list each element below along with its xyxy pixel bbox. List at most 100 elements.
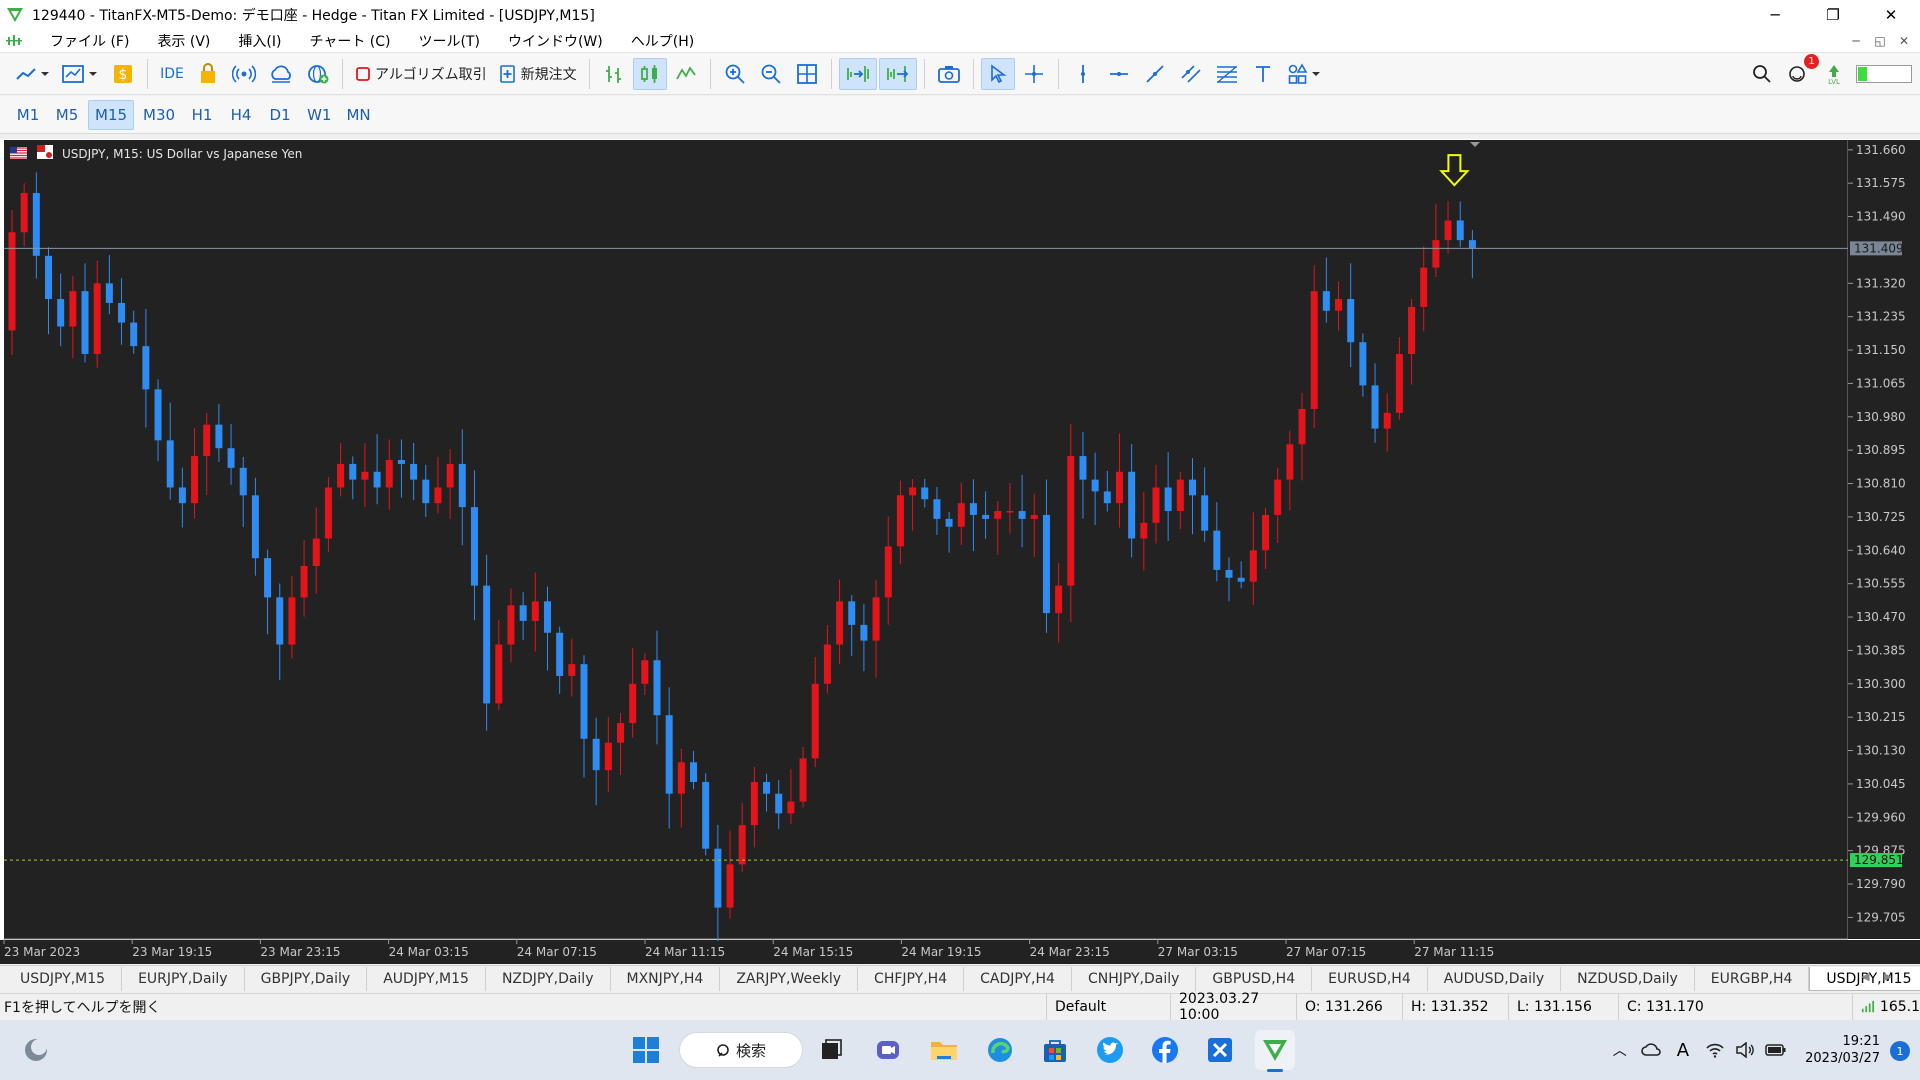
file-explorer-button[interactable] [924,1030,964,1070]
price-chart[interactable]: 131.660 131.575 131.490 131.320 131.235 131.1… [0,139,1920,964]
titan-fx-taskbar-button[interactable] [1255,1030,1295,1072]
timeframe-w1-button[interactable]: W1 [301,100,337,130]
mdi-minimize-button[interactable]: ─ [1844,34,1868,48]
text-tool-button[interactable] [1246,58,1280,90]
x-app-button[interactable] [1200,1030,1240,1070]
battery-icon[interactable] [1765,1042,1787,1058]
menu-window[interactable]: ウインドウ(W) [494,31,617,51]
tab-gbpusd-h4[interactable]: GBPUSD,H4 [1196,967,1313,991]
candle-body [1408,306,1416,354]
community-button[interactable] [301,58,335,90]
tab-eurjpy-daily[interactable]: EURJPY,Daily [122,967,245,991]
candlestick-chart-button[interactable] [632,57,667,90]
widgets-button[interactable] [16,1030,56,1070]
chart-shift-button[interactable] [878,57,917,90]
timeframe-m5-button[interactable]: M5 [49,100,85,130]
tab-cnhjpy-daily[interactable]: CNHJPY,Daily [1072,967,1197,991]
status-connection[interactable]: 165.1 [1852,994,1920,1020]
horizontal-line-button[interactable] [1102,58,1136,90]
new-chart-dropdown-button[interactable] [56,58,104,90]
mdi-close-button[interactable]: ✕ [1892,34,1916,48]
tab-audusd-daily[interactable]: AUDUSD,Daily [1428,967,1562,991]
tab-nzdusd-daily[interactable]: NZDUSD,Daily [1561,967,1695,991]
store-button[interactable] [1035,1030,1075,1070]
close-button[interactable]: ✕ [1862,0,1920,29]
minimize-button[interactable]: ─ [1746,0,1804,29]
timeframe-d1-button[interactable]: D1 [262,100,298,130]
market-button[interactable]: $ [106,58,140,90]
menu-help[interactable]: ヘルプ(H) [617,31,708,51]
taskbar-clock[interactable]: 19:21 2023/03/27 [1805,1033,1880,1067]
tab-chfjpy-h4[interactable]: CHFJPY,H4 [858,967,965,991]
ide-button[interactable]: IDE [155,58,189,90]
twitter-button[interactable] [1090,1030,1130,1070]
speaker-icon[interactable] [1735,1042,1755,1058]
signal-level-button[interactable]: LVL [1817,58,1851,90]
chart-window[interactable]: 131.660 131.575 131.490 131.320 131.235 131.1… [0,139,1920,964]
indicators-dropdown-button[interactable] [10,58,54,90]
onedrive-cloud-icon[interactable] [1640,1042,1663,1058]
taskbar-search[interactable]: 検索 [679,1032,803,1068]
tray-overflow-chevron-icon[interactable]: ︿ [1613,1040,1627,1060]
zoom-out-button[interactable] [754,58,788,90]
timeframe-m15-button[interactable]: M15 [88,99,135,130]
menu-chart[interactable]: チャート (C) [295,31,404,51]
tab-mxnjpy-h4[interactable]: MXNJPY,H4 [611,967,721,991]
tab-scroll-arrows[interactable]: ◀▶ [1861,970,1906,983]
signals-broadcast-button[interactable] [227,58,261,90]
new-order-button[interactable]: 新規注文 [494,58,582,90]
screenshot-button[interactable] [932,58,966,90]
menu-view[interactable]: 表示 (V) [143,31,224,51]
timeframe-m1-button[interactable]: M1 [10,100,46,130]
tab-nzdjpy-daily[interactable]: NZDJPY,Daily [486,967,611,991]
tab-eurusd-h4[interactable]: EURUSD,H4 [1312,967,1428,991]
bid-price-label: 131.409 [1854,241,1904,255]
auto-scroll-button[interactable] [838,57,877,90]
notification-center-badge[interactable]: 1 [1890,1041,1910,1061]
crosshair-button[interactable] [1017,58,1051,90]
tab-usdjpy-m15[interactable]: USDJPY,M15 [4,967,123,991]
tab-audjpy-m15[interactable]: AUDJPY,M15 [367,967,486,991]
candle-body [811,683,819,759]
fibonacci-button[interactable] [1210,58,1244,90]
line-chart-button[interactable] [669,58,703,90]
vertical-line-button[interactable] [1066,58,1100,90]
equidistant-channel-button[interactable] [1174,58,1208,90]
tab-gbpjpy-daily[interactable]: GBPJPY,Daily [245,967,368,991]
edge-browser-button[interactable] [980,1030,1020,1070]
tab-eurgbp-h4[interactable]: EURGBP,H4 [1695,967,1810,991]
bar-chart-button[interactable] [597,58,631,90]
clock-time: 19:21 [1842,1034,1880,1049]
tab-cadjpy-h4[interactable]: CADJPY,H4 [964,967,1072,991]
trend-line-button[interactable] [1138,58,1172,90]
ime-input-icon[interactable]: A [1677,1040,1689,1061]
chat-app-button[interactable] [868,1030,908,1070]
algo-trading-button[interactable]: アルゴリズム取引 [350,58,492,90]
vps-button[interactable] [263,58,299,90]
tile-windows-button[interactable] [790,58,824,90]
timeframe-h4-button[interactable]: H4 [223,100,259,130]
task-view-button[interactable] [811,1030,851,1070]
candle-body [1432,240,1440,268]
menu-insert[interactable]: 挿入(I) [224,31,295,51]
cursor-button[interactable] [980,57,1015,90]
restore-button[interactable]: ❐ [1804,0,1862,29]
start-button[interactable] [626,1030,666,1070]
timeframe-mn-button[interactable]: MN [340,100,376,130]
notifications-button[interactable]: 1 [1781,54,1819,90]
plot-area[interactable] [4,140,1848,939]
timeframe-h1-button[interactable]: H1 [184,100,220,130]
menu-tools[interactable]: ツール(T) [404,31,493,51]
tab-zarjpy-weekly[interactable]: ZARJPY,Weekly [720,967,859,991]
wifi-icon[interactable] [1705,1042,1725,1058]
search-button[interactable] [1745,58,1779,90]
facebook-button[interactable] [1145,1030,1185,1070]
candle-body [1067,456,1075,586]
chart-window-icon[interactable] [6,33,22,49]
menu-file[interactable]: ファイル (F) [36,31,143,51]
mdi-restore-button[interactable]: ◱ [1868,34,1892,48]
timeframe-m30-button[interactable]: M30 [137,100,181,130]
zoom-in-button[interactable] [718,58,752,90]
signals-button[interactable] [191,58,225,90]
shapes-dropdown-button[interactable] [1282,58,1326,90]
